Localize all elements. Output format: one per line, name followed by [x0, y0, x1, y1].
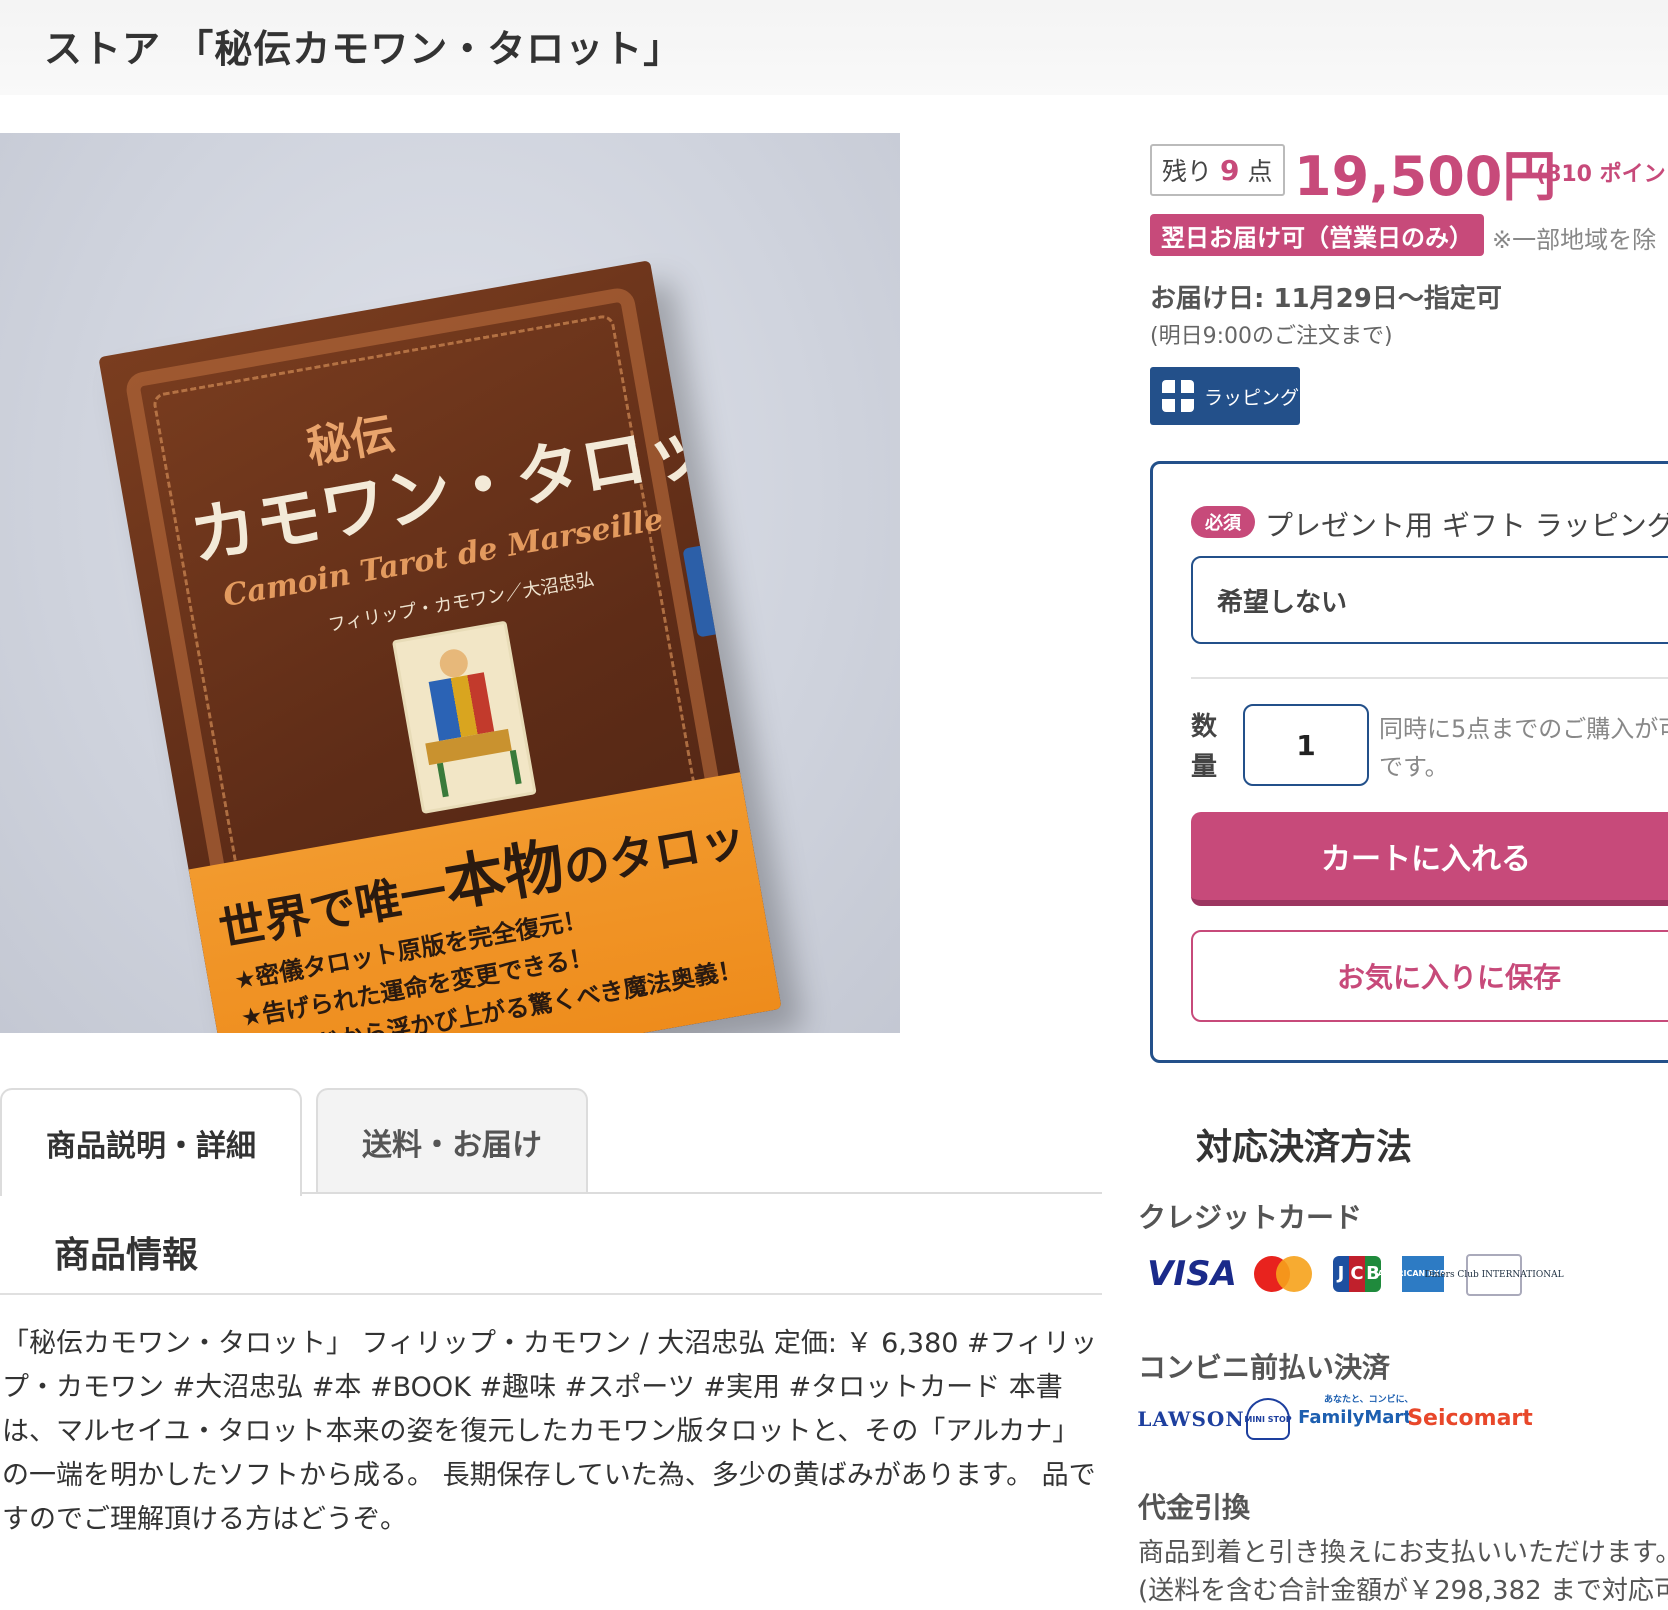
tab-description[interactable]: 商品説明・詳細: [0, 1088, 302, 1196]
figure-body: [428, 672, 495, 742]
wrapping-select[interactable]: 希望しない: [1191, 556, 1668, 644]
gift-icon: [1162, 380, 1194, 412]
delivery-date: お届け日: 11月29日〜指定可: [1150, 284, 1502, 314]
quantity-label: 数量: [1191, 712, 1218, 782]
wrapping-badge: ラッピング: [1150, 367, 1300, 425]
familymart-tagline: あなたと、コンビに、: [1324, 1395, 1414, 1405]
wrapping-badge-label: ラッピング: [1204, 386, 1300, 409]
tarot-box-cover: 秘伝 カモワン・タロット Camoin Tarot de Marseille フ…: [98, 260, 782, 1033]
diners-club-logo: Diners Club INTERNATIONAL: [1424, 1254, 1564, 1296]
cod-line-1: 商品到着と引き換えにお支払いいただけます。: [1138, 1538, 1668, 1568]
cash-on-delivery-label: 代金引換: [1138, 1491, 1251, 1524]
order-deadline: (明日9:00のご注文まで): [1150, 324, 1393, 349]
catch-part-c: のタロット: [559, 802, 782, 896]
quantity-note: 同時に5点までのご購入が可能です。: [1379, 715, 1668, 781]
jcb-logo: JCB: [1332, 1256, 1382, 1292]
save-favorite-button[interactable]: お気に入りに保存: [1191, 930, 1668, 1022]
credit-card-label: クレジットカード: [1138, 1201, 1363, 1234]
header-bar: ストア 「秘伝カモワン・タロット」: [0, 0, 1668, 95]
cash-on-delivery-text: 商品到着と引き換えにお支払いいただけます。 (送料を含む合計金額が￥298,38…: [1138, 1534, 1668, 1610]
panel-divider: [1191, 677, 1668, 679]
mastercard-logo: [1252, 1254, 1312, 1294]
store-title: ストア 「秘伝カモワン・タロット」: [44, 27, 683, 71]
payment-methods-heading: 対応決済方法: [1196, 1127, 1413, 1168]
lawson-logo: LAWSON: [1137, 1407, 1245, 1431]
cod-line-2: (送料を含む合計金額が￥298,382 まで対応可: [1138, 1576, 1668, 1606]
visa-logo: VISA: [1147, 1254, 1237, 1294]
wrapping-option-label: プレゼント用 ギフト ラッピング: [1265, 509, 1668, 542]
next-day-delivery-badge: 翌日お届け可（営業日のみ）: [1150, 214, 1484, 256]
ministop-logo: MINI STOP: [1244, 1398, 1292, 1440]
price: 19,500円: [1294, 145, 1557, 208]
order-panel: 必須 プレゼント用 ギフト ラッピング 希望しない 数量 1 同時に5点までのご…: [1150, 461, 1668, 1063]
section-divider: [0, 1293, 1102, 1295]
stock-count: 9: [1220, 153, 1240, 187]
product-image[interactable]: 秘伝 カモワン・タロット Camoin Tarot de Marseille フ…: [0, 133, 900, 1033]
stock-prefix: 残り: [1162, 157, 1213, 186]
required-tag: 必須: [1191, 506, 1255, 538]
seicomart-logo: Seicomart: [1407, 1405, 1533, 1431]
product-info-heading: 商品情報: [54, 1235, 199, 1276]
stock-indicator: 残り 9 点: [1150, 144, 1285, 196]
convenience-store-label: コンビニ前払い決済: [1138, 1351, 1391, 1384]
add-to-cart-button[interactable]: カートに入れる: [1191, 812, 1668, 906]
points: (810 ポイン: [1536, 162, 1666, 187]
familymart-logo: あなたと、コンビに、 FamilyMart: [1298, 1395, 1413, 1438]
exclusion-note: ※一部地域を除: [1492, 226, 1657, 254]
tab-shipping[interactable]: 送料・お届け: [316, 1088, 588, 1194]
stock-suffix: 点: [1247, 157, 1273, 186]
quantity-input[interactable]: 1: [1243, 704, 1369, 786]
familymart-name: FamilyMart: [1298, 1406, 1412, 1428]
product-description: 「秘伝カモワン・タロット」 フィリップ・カモワン / 大沼忠弘 定価: ￥ 6,…: [2, 1328, 1098, 1535]
